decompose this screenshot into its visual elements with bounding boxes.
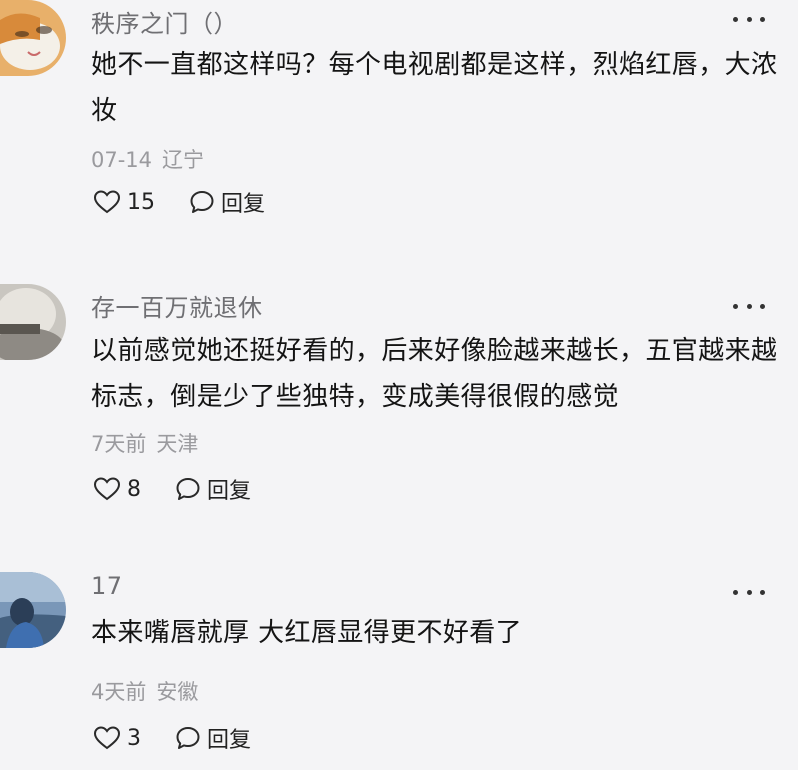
reply-button[interactable]: 回复	[189, 186, 265, 218]
username[interactable]: 17	[91, 572, 123, 600]
reply-label: 回复	[207, 479, 252, 504]
comment-date: 7天前	[91, 432, 147, 456]
heart-outline-icon	[93, 190, 121, 214]
like-button[interactable]: 15	[93, 189, 155, 215]
reply-button[interactable]: 回复	[175, 722, 251, 754]
comment-actions: 15 回复	[93, 186, 265, 218]
comment-date: 4天前	[91, 680, 147, 704]
like-button[interactable]: 8	[93, 476, 141, 502]
reply-label: 回复	[207, 728, 252, 753]
username[interactable]: 秩序之门（）	[91, 4, 238, 39]
comment-meta: 7天前 天津	[91, 428, 198, 458]
comment-text: 本来嘴唇就厚 大红唇显得更不好看了	[91, 618, 523, 648]
comment-meta: 07-14 辽宁	[91, 144, 204, 174]
comment-actions: 8 回复	[93, 473, 251, 505]
more-options-icon[interactable]	[733, 585, 765, 599]
heart-outline-icon	[93, 477, 121, 501]
avatar[interactable]	[0, 284, 66, 360]
like-count: 3	[127, 725, 141, 751]
speech-bubble-icon	[176, 478, 200, 500]
username[interactable]: 存一百万就退休	[91, 288, 263, 323]
comment-text: 以前感觉她还挺好看的，后来好像脸越来越长，五官越来越标志，倒是少了些独特，变成美…	[91, 336, 778, 412]
more-options-icon[interactable]	[733, 12, 765, 26]
reply-label: 回复	[221, 192, 266, 217]
like-count: 8	[127, 476, 141, 502]
speech-bubble-icon	[190, 191, 214, 213]
speech-bubble-icon	[176, 727, 200, 749]
more-options-icon[interactable]	[733, 299, 765, 313]
reply-button[interactable]: 回复	[175, 473, 251, 505]
like-button[interactable]: 3	[93, 725, 141, 751]
comment-text: 她不一直都这样吗？每个电视剧都是这样，烈焰红唇，大浓妆	[91, 50, 778, 126]
comment-date: 07-14	[91, 148, 153, 172]
like-count: 15	[127, 189, 155, 215]
comment-actions: 3 回复	[93, 722, 251, 754]
comment-location: 辽宁	[162, 148, 205, 172]
comment-location: 天津	[156, 432, 199, 456]
avatar[interactable]	[0, 0, 66, 76]
heart-outline-icon	[93, 726, 121, 750]
avatar[interactable]	[0, 572, 66, 648]
comment-meta: 4天前 安徽	[91, 676, 198, 706]
comment-location: 安徽	[156, 680, 199, 704]
